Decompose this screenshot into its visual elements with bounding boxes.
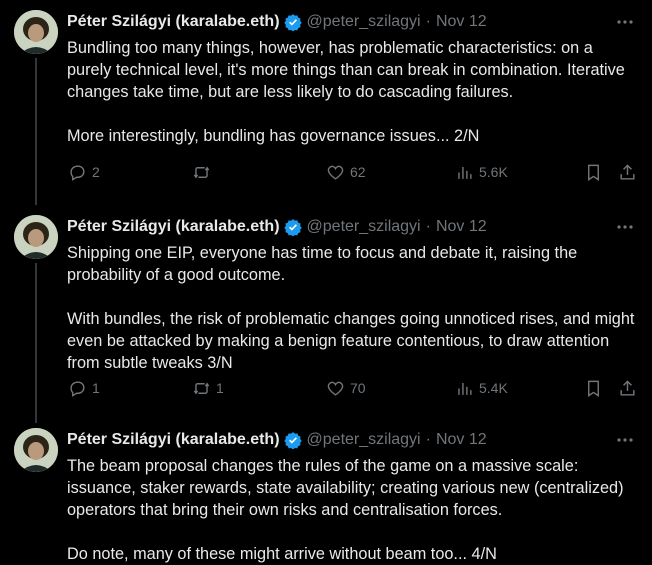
tweet[interactable]: Péter Szilágyi (karalabe.eth) @peter_szi… bbox=[0, 205, 652, 423]
reply-icon bbox=[70, 380, 85, 397]
repost-count: 1 bbox=[216, 380, 224, 396]
tweet-date[interactable]: Nov 12 bbox=[436, 13, 487, 31]
reply-count: 1 bbox=[92, 380, 100, 396]
tweet-date[interactable]: Nov 12 bbox=[436, 431, 487, 449]
reply-icon bbox=[70, 164, 85, 181]
author-handle[interactable]: @peter_szilagyi bbox=[307, 218, 421, 236]
tweet-text: Shipping one EIP, everyone has time to f… bbox=[67, 244, 635, 372]
share-button[interactable] bbox=[618, 160, 637, 184]
view-count: 5.4K bbox=[479, 380, 508, 396]
more-options-icon[interactable] bbox=[616, 434, 634, 446]
repost-icon bbox=[193, 165, 210, 179]
repost-icon bbox=[193, 381, 210, 395]
heart-icon bbox=[327, 165, 344, 180]
share-icon bbox=[620, 163, 635, 180]
tweet[interactable]: Péter Szilágyi (karalabe.eth) @peter_szi… bbox=[0, 0, 652, 205]
verified-badge-icon bbox=[283, 431, 302, 449]
like-count: 70 bbox=[350, 380, 366, 396]
views-icon bbox=[458, 382, 472, 395]
separator: · bbox=[425, 431, 431, 448]
tweet-actions: 2 62 5.6K bbox=[0, 160, 652, 184]
reply-button[interactable]: 2 bbox=[68, 160, 100, 184]
tweet-text: The beam proposal changes the rules of t… bbox=[67, 457, 624, 563]
author-handle[interactable]: @peter_szilagyi bbox=[307, 13, 421, 31]
reply-button[interactable]: 1 bbox=[68, 376, 100, 400]
separator: · bbox=[425, 218, 431, 235]
author-name[interactable]: Péter Szilágyi (karalabe.eth) bbox=[67, 13, 280, 31]
views-icon bbox=[458, 166, 472, 179]
reply-count: 2 bbox=[92, 164, 100, 180]
tweet-date[interactable]: Nov 12 bbox=[436, 218, 487, 236]
like-count: 62 bbox=[350, 164, 366, 180]
tweet-text: Bundling too many things, however, has p… bbox=[67, 39, 625, 145]
like-button[interactable]: 70 bbox=[326, 376, 366, 400]
share-button[interactable] bbox=[618, 376, 637, 400]
repost-button[interactable] bbox=[192, 160, 216, 184]
avatar[interactable] bbox=[14, 10, 58, 54]
bookmark-button[interactable] bbox=[584, 160, 603, 184]
share-icon bbox=[620, 379, 635, 396]
tweet-header: Péter Szilágyi (karalabe.eth) @peter_szi… bbox=[67, 430, 642, 450]
verified-badge-icon bbox=[283, 218, 302, 236]
views-button[interactable]: 5.4K bbox=[455, 376, 508, 400]
separator: · bbox=[425, 13, 431, 30]
view-count: 5.6K bbox=[479, 164, 508, 180]
tweet-header: Péter Szilágyi (karalabe.eth) @peter_szi… bbox=[67, 12, 642, 32]
more-options-icon[interactable] bbox=[616, 221, 634, 233]
heart-icon bbox=[327, 381, 344, 396]
avatar[interactable] bbox=[14, 215, 58, 259]
tweet-header: Péter Szilágyi (karalabe.eth) @peter_szi… bbox=[67, 217, 642, 237]
bookmark-icon bbox=[588, 164, 599, 181]
author-handle[interactable]: @peter_szilagyi bbox=[307, 431, 421, 449]
verified-badge-icon bbox=[283, 13, 302, 31]
author-name[interactable]: Péter Szilágyi (karalabe.eth) bbox=[67, 431, 280, 449]
bookmark-icon bbox=[588, 380, 599, 397]
more-options-icon[interactable] bbox=[616, 16, 634, 28]
like-button[interactable]: 62 bbox=[326, 160, 366, 184]
tweet-actions: 1 1 70 5.4K bbox=[0, 376, 652, 400]
author-name[interactable]: Péter Szilágyi (karalabe.eth) bbox=[67, 218, 280, 236]
views-button[interactable]: 5.6K bbox=[455, 160, 508, 184]
tweet[interactable]: Péter Szilágyi (karalabe.eth) @peter_szi… bbox=[0, 418, 652, 564]
repost-button[interactable]: 1 bbox=[192, 376, 224, 400]
bookmark-button[interactable] bbox=[584, 376, 603, 400]
avatar[interactable] bbox=[14, 428, 58, 472]
